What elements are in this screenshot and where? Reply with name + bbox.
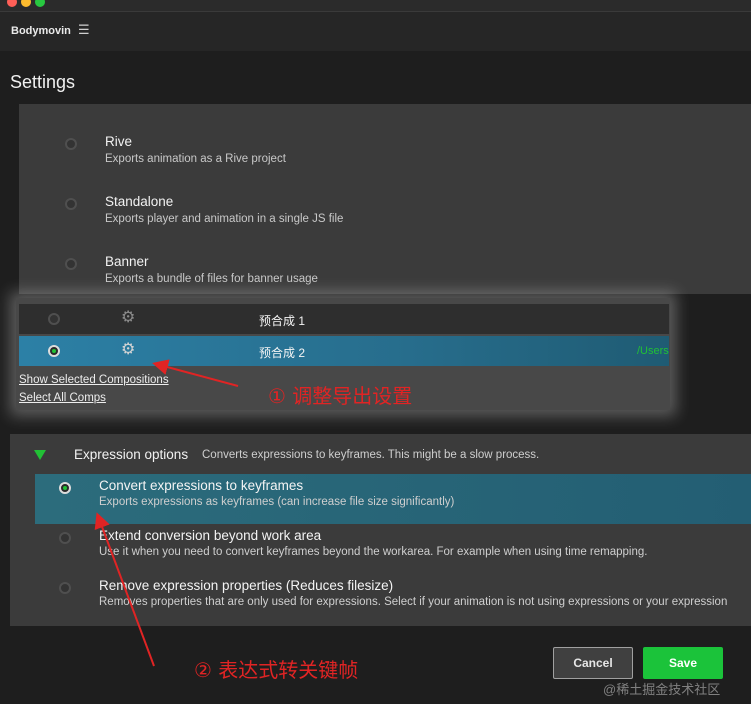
- close-window-icon[interactable]: [7, 0, 17, 7]
- hamburger-icon[interactable]: ☰: [78, 23, 90, 37]
- export-mode-standalone[interactable]: Standalone Exports player and animation …: [19, 172, 751, 225]
- composition-name: 预合成 2: [259, 346, 306, 360]
- composition-path[interactable]: /Users: [637, 345, 669, 357]
- show-selected-compositions-link[interactable]: Show Selected Compositions: [19, 374, 169, 386]
- gear-icon[interactable]: ⚙: [121, 342, 135, 358]
- export-mode-rive[interactable]: Rive Exports animation as a Rive project: [19, 112, 751, 165]
- option-description: Use it when you need to convert keyframe…: [99, 546, 648, 558]
- expression-options-panel: Expression options Converts expressions …: [10, 434, 751, 626]
- expression-options-title: Expression options: [74, 447, 189, 462]
- mode-name: Rive: [105, 134, 133, 149]
- option-convert-expressions[interactable]: Convert expressions to keyframes Exports…: [35, 474, 751, 524]
- triangle-down-icon[interactable]: [34, 450, 46, 460]
- watermark: @稀土掘金技术社区: [603, 682, 721, 697]
- composition-row-selected[interactable]: ⚙ 预合成 2 /Users: [19, 336, 669, 366]
- radio-standalone[interactable]: [65, 198, 77, 210]
- page-title: Settings: [10, 72, 76, 92]
- mode-name: Standalone: [105, 194, 174, 209]
- window-titlebar: [0, 0, 751, 12]
- option-description: Removes properties that are only used fo…: [99, 596, 728, 608]
- export-mode-banner[interactable]: Banner Exports a bundle of files for ban…: [19, 232, 751, 285]
- app-header: Bodymovin ☰: [0, 12, 751, 51]
- mode-description: Exports animation as a Rive project: [105, 153, 286, 165]
- mode-name: Banner: [105, 254, 149, 269]
- save-button[interactable]: Save: [643, 647, 723, 679]
- option-description: Exports expressions as keyframes (can in…: [99, 496, 455, 508]
- export-mode-panel: Rive Exports animation as a Rive project…: [19, 104, 751, 294]
- cancel-button[interactable]: Cancel: [553, 647, 633, 679]
- minimize-window-icon[interactable]: [21, 0, 31, 7]
- annotation-step-2: ② 表达式转关键帧: [194, 658, 359, 682]
- composition-row[interactable]: ⚙ 预合成 1: [19, 304, 669, 334]
- composition-name: 预合成 1: [259, 314, 306, 328]
- annotation-step-1: ① 调整导出设置: [268, 384, 413, 408]
- option-name: Convert expressions to keyframes: [99, 478, 304, 493]
- radio-extend-conversion[interactable]: [59, 532, 71, 544]
- radio-convert-expressions[interactable]: [59, 482, 71, 494]
- mode-description: Exports a bundle of files for banner usa…: [105, 273, 318, 285]
- mode-description: Exports player and animation in a single…: [105, 213, 344, 225]
- option-remove-expression-properties[interactable]: Remove expression properties (Reduces fi…: [35, 574, 751, 624]
- option-name: Remove expression properties (Reduces fi…: [99, 578, 394, 593]
- option-extend-conversion[interactable]: Extend conversion beyond work area Use i…: [35, 524, 751, 574]
- maximize-window-icon[interactable]: [35, 0, 45, 7]
- radio-rive[interactable]: [65, 138, 77, 150]
- option-name: Extend conversion beyond work area: [99, 528, 322, 543]
- radio-remove-expression-properties[interactable]: [59, 582, 71, 594]
- gear-icon[interactable]: ⚙: [121, 310, 135, 326]
- select-all-comps-link[interactable]: Select All Comps: [19, 392, 106, 404]
- expression-options-subtitle: Converts expressions to keyframes. This …: [202, 449, 540, 461]
- radio-banner[interactable]: [65, 258, 77, 270]
- app-title: Bodymovin: [11, 25, 71, 37]
- composition-radio[interactable]: [48, 345, 60, 357]
- composition-radio[interactable]: [48, 313, 60, 325]
